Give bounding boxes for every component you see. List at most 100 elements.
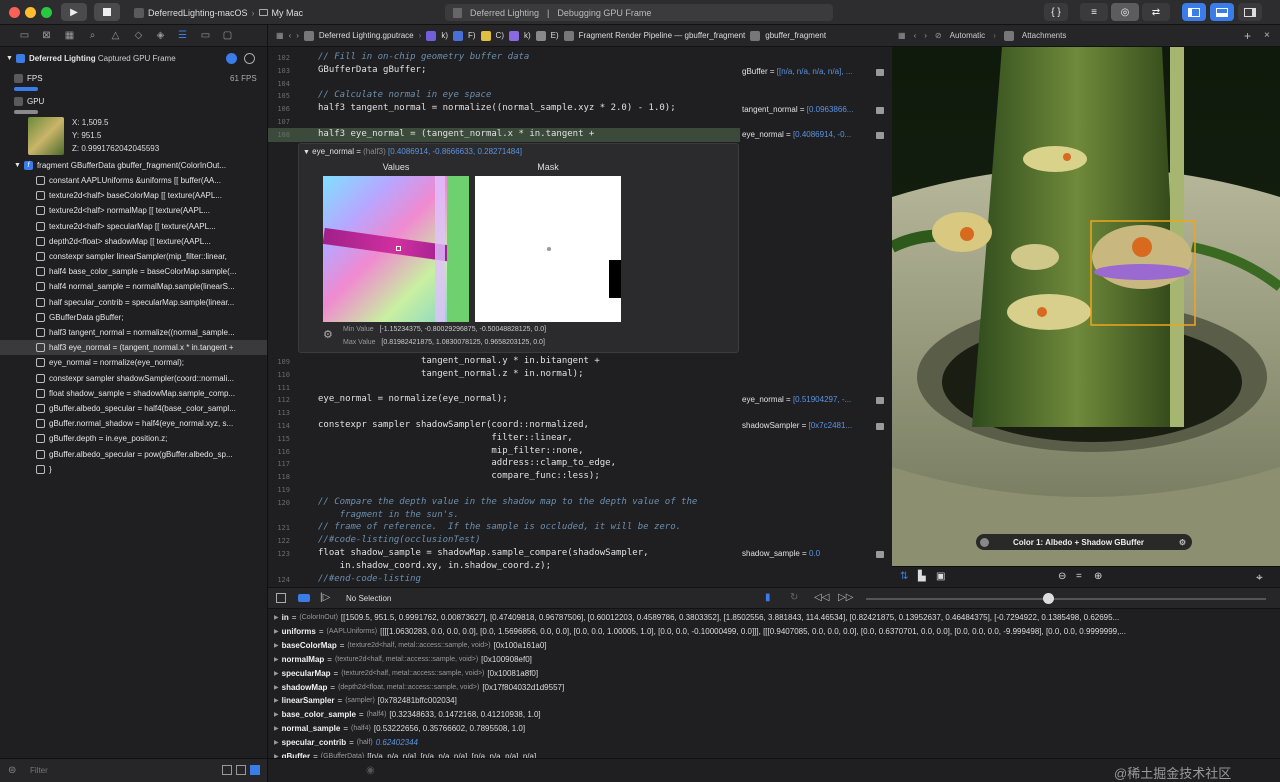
code-line[interactable]: mip_filter::none, — [318, 446, 583, 456]
mask-image[interactable] — [475, 176, 621, 322]
statement-row[interactable]: gBuffer.depth = in.eye_position.z; — [0, 431, 267, 446]
variable-row[interactable]: ▶ uniforms = (AAPLUniforms) [[[[1.0630283, 0… — [274, 625, 1126, 638]
warning-icon[interactable]: △ — [110, 30, 121, 41]
step-forward-icon[interactable]: ▷▷ — [838, 592, 853, 603]
camera-icon[interactable] — [244, 53, 255, 64]
quick-look-icon[interactable] — [876, 551, 884, 558]
debug-icon[interactable]: ◈ — [155, 30, 166, 41]
statement-row[interactable]: GBufferData gBuffer; — [0, 310, 267, 325]
quick-look-icon[interactable] — [876, 423, 884, 430]
function-row[interactable]: ▼ f fragment GBufferData gbuffer_fragmen… — [0, 158, 267, 173]
breakpoint-icon[interactable]: ▭ — [200, 30, 211, 41]
code-line[interactable]: // Compare the depth value in the shadow… — [318, 497, 697, 507]
code-line[interactable]: address::clamp_to_edge, — [318, 458, 616, 468]
eye-icon[interactable]: ◉ — [366, 765, 375, 776]
gpu-frame-icon[interactable]: ☰ — [177, 30, 188, 41]
code-line[interactable]: constexpr sampler shadowSampler(coord::n… — [318, 420, 589, 430]
statement-row[interactable]: depth2d<float> shadowMap [[ texture(AAPL… — [0, 234, 267, 249]
value-annotation[interactable]: shadowSampler = [0x7c2481... — [742, 421, 852, 430]
breadcrumb-c4[interactable]: k) — [524, 31, 531, 40]
variable-row[interactable]: ▶ linearSampler = (sampler) [0x782481bffc002… — [274, 694, 457, 707]
breadcrumb-pipeline[interactable]: Fragment Render Pipeline — gbuffer_fragm… — [579, 31, 746, 40]
disclosure-closed-icon[interactable]: ▶ — [274, 614, 279, 621]
zoom-fit-icon[interactable]: = — [1076, 571, 1082, 582]
disclosure-closed-icon[interactable]: ▶ — [274, 642, 279, 649]
code-line[interactable]: tangent_normal.y * in.bitangent + — [318, 356, 600, 366]
stop-button[interactable] — [94, 3, 120, 21]
quick-look-icon[interactable] — [876, 132, 884, 139]
report-icon[interactable]: ▢ — [222, 30, 233, 41]
scheme-selector[interactable]: DeferredLighting-macOS › My Mac — [134, 4, 303, 21]
gear-icon[interactable]: ⚙ — [323, 328, 333, 341]
breadcrumb-c3[interactable]: C) — [496, 31, 504, 40]
variable-row[interactable]: ▶ shadowMap = (depth2d<float, metal::access… — [274, 681, 564, 694]
statement-row[interactable]: half4 base_color_sample = baseColorMap.s… — [0, 264, 267, 279]
disclosure-closed-icon[interactable]: ▶ — [274, 656, 279, 663]
info-icon[interactable] — [226, 53, 237, 64]
back-arrow-icon[interactable]: ‹ — [289, 31, 292, 40]
refresh-icon[interactable]: ↻ — [790, 592, 798, 603]
code-line[interactable]: filter::linear, — [318, 433, 572, 443]
disclosure-closed-icon[interactable]: ▶ — [274, 628, 279, 635]
variable-row[interactable]: ▶ specularMap = (texture2d<half, metal::acc… — [274, 667, 538, 680]
info-icon[interactable] — [980, 537, 989, 547]
values-image[interactable] — [323, 176, 469, 322]
disclosure-open-icon[interactable]: ▼ — [303, 149, 310, 156]
zoom-window-button[interactable] — [41, 7, 52, 18]
minimize-window-button[interactable] — [25, 7, 36, 18]
attachment-viewer[interactable]: Color 1: Albedo + Shadow GBuffer ⚙ — [892, 47, 1280, 566]
close-icon[interactable]: × — [1264, 30, 1270, 41]
disclosure-closed-icon[interactable]: ▶ — [274, 725, 279, 732]
breadcrumb-function[interactable]: gbuffer_fragment — [765, 31, 826, 40]
variable-row[interactable]: ▶ baseColorMap = (texture2d<half, metal::ac… — [274, 639, 547, 652]
toggle-navigator-button[interactable] — [1182, 3, 1206, 21]
assistant-editor-button[interactable]: ◎ — [1111, 3, 1139, 21]
breadcrumb-c1[interactable]: k) — [441, 31, 448, 40]
value-annotation[interactable]: shadow_sample = 0.0 — [742, 549, 820, 558]
crosshair-icon[interactable]: ⌖ — [1256, 570, 1263, 585]
statement-row[interactable]: half3 eye_normal = (tangent_normal.x * i… — [0, 340, 267, 356]
continue-icon[interactable]: |▷ — [320, 592, 330, 603]
statement-row[interactable]: constexpr sampler shadowSampler(coord::n… — [0, 371, 267, 386]
related-items-icon[interactable]: ▦ — [898, 31, 906, 40]
run-button[interactable]: ▶ — [61, 3, 87, 21]
variable-row[interactable]: ▶ specular_contrib = (half) 0.62402344 — [274, 736, 418, 749]
fps-row[interactable]: FPS 61 FPS — [0, 71, 267, 86]
code-line[interactable]: // Fill in on-chip geometry buffer data — [318, 52, 529, 62]
forward-arrow-icon[interactable]: › — [924, 31, 927, 40]
disclosure-closed-icon[interactable]: ▶ — [274, 711, 279, 718]
filter-input[interactable]: Filter — [30, 766, 48, 775]
gpu-row[interactable]: GPU — [0, 94, 267, 109]
breadcrumb-c5[interactable]: E) — [551, 31, 559, 40]
statement-row[interactable]: } — [0, 462, 267, 477]
disclosure-closed-icon[interactable]: ▶ — [274, 670, 279, 677]
code-line[interactable]: in.shadow_coord.xy, in.shadow_coord.z); — [318, 561, 551, 571]
statement-row[interactable]: half3 tangent_normal = normalize((normal… — [0, 325, 267, 340]
warning-filter-icon[interactable] — [236, 765, 246, 775]
step-backward-icon[interactable]: ◁◁ — [814, 592, 829, 603]
version-editor-button[interactable]: ⇄ — [1142, 3, 1170, 21]
statement-row[interactable]: gBuffer.albedo_specular = half4(base_col… — [0, 401, 267, 416]
statement-row[interactable]: half specular_contrib = specularMap.samp… — [0, 295, 267, 310]
standard-editor-button[interactable]: ≡ — [1080, 3, 1108, 21]
statement-row[interactable]: float shadow_sample = shadowMap.sample_c… — [0, 386, 267, 401]
code-line[interactable]: //#end-code-listing — [318, 574, 421, 584]
variable-row[interactable]: ▶ in = (ColorInOut) [[1509.5, 951.5, 0.99917… — [274, 611, 1119, 624]
code-line[interactable]: // Calculate normal in eye space — [318, 90, 491, 100]
code-line[interactable]: // frame of reference. If the sample is … — [318, 522, 681, 532]
code-line[interactable]: GBufferData gBuffer; — [318, 65, 426, 75]
quick-look-icon[interactable] — [876, 397, 884, 404]
source-control-icon[interactable]: ⊠ — [41, 30, 52, 41]
test-icon[interactable]: ◇ — [133, 30, 144, 41]
assistant-mode[interactable]: Automatic — [950, 31, 986, 40]
statement-row[interactable]: constant AAPLUniforms &uniforms [[ buffe… — [0, 173, 267, 188]
zoom-in-icon[interactable]: ⊕ — [1094, 571, 1102, 582]
pin-filter-icon[interactable] — [250, 765, 260, 775]
add-icon[interactable]: + — [1244, 29, 1251, 43]
statement-row[interactable]: gBuffer.albedo_specular = pow(gBuffer.al… — [0, 447, 267, 462]
variable-row[interactable]: ▶ base_color_sample = (half4) [0.32348633, 0… — [274, 708, 541, 721]
code-line[interactable]: compare_func::less); — [318, 471, 599, 481]
value-annotation[interactable]: eye_normal = [0.4086914, -0... — [742, 130, 851, 139]
code-line[interactable]: eye_normal = normalize(eye_normal); — [318, 394, 508, 404]
capture-header[interactable]: ▼ Deferred Lighting Captured GPU Frame — [0, 51, 267, 66]
